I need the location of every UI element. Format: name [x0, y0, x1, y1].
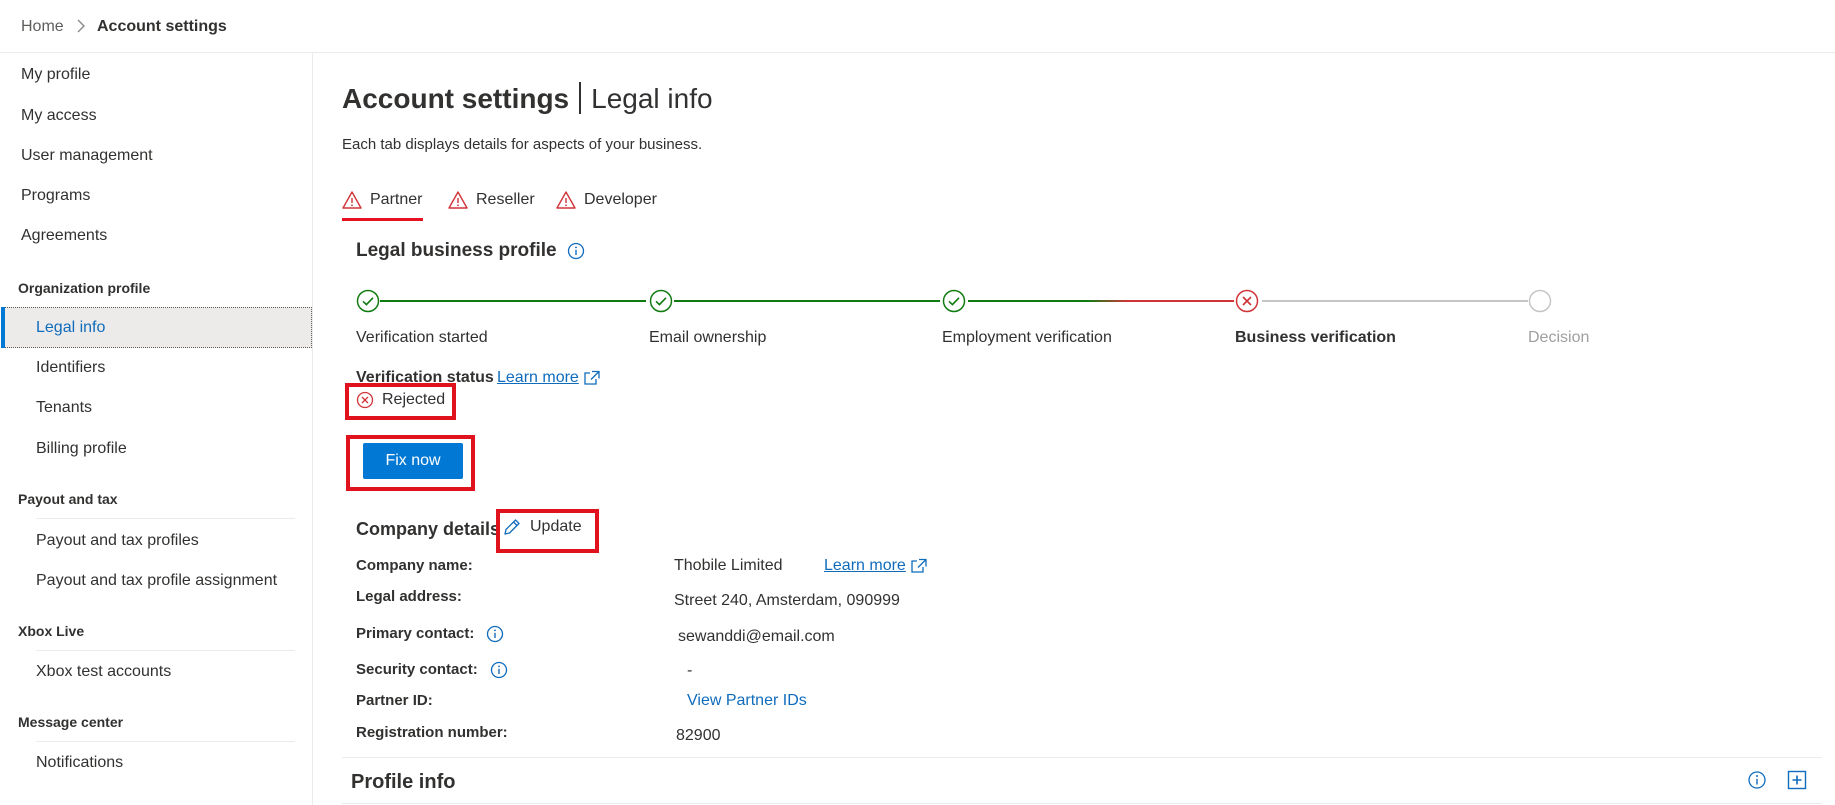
warning-icon [556, 190, 576, 210]
step-connector [968, 300, 1234, 302]
info-icon[interactable] [486, 625, 504, 643]
sidebar-heading-organization-profile: Organization profile [18, 279, 150, 297]
sidebar-item-my-access[interactable]: My access [21, 106, 97, 126]
registration-number-value: 82900 [676, 726, 721, 746]
error-circle-icon [1235, 289, 1259, 313]
check-circle-icon [649, 289, 673, 313]
sidebar-item-agreements[interactable]: Agreements [21, 226, 107, 246]
pending-circle-icon [1528, 289, 1552, 313]
expand-plus-icon[interactable] [1787, 770, 1807, 790]
page-title-main: Account settings [342, 83, 569, 114]
company-name-label: Company name: [356, 556, 473, 576]
step-label-business-verification: Business verification [1235, 328, 1396, 348]
sidebar-item-xbox-test-accounts[interactable]: Xbox test accounts [36, 662, 171, 682]
primary-contact-label: Primary contact: [356, 624, 504, 644]
sidebar-item-billing-profile[interactable]: Billing profile [36, 439, 127, 459]
sidebar-item-identifiers[interactable]: Identifiers [36, 358, 105, 378]
page-description: Each tab displays details for aspects of… [342, 136, 702, 154]
step-connector [674, 300, 940, 302]
tab-partner[interactable]: Partner [342, 190, 422, 220]
primary-contact-label-text: Primary contact: [356, 624, 474, 644]
fix-now-button[interactable]: Fix now [363, 443, 463, 479]
company-details-title: Company details [356, 517, 500, 541]
learn-more-text: Learn more [824, 556, 906, 576]
tab-reseller[interactable]: Reseller [448, 190, 535, 220]
external-link-icon [583, 370, 601, 386]
section-divider [342, 803, 1822, 804]
sidebar-divider [36, 650, 295, 651]
page-title-sub: Legal info [591, 83, 712, 114]
step-label-verification-started: Verification started [356, 328, 488, 348]
step-label-email-ownership: Email ownership [649, 328, 766, 348]
step-connector [1262, 300, 1528, 302]
info-icon[interactable] [1747, 770, 1767, 790]
view-partner-ids-link[interactable]: View Partner IDs [687, 691, 807, 711]
primary-contact-value: sewanddi@email.com [678, 627, 835, 647]
security-contact-label: Security contact: [356, 660, 508, 680]
tab-label: Reseller [476, 190, 535, 210]
company-name-value: Thobile Limited [674, 556, 783, 576]
sidebar-item-programs[interactable]: Programs [21, 186, 90, 206]
nav-selected-indicator [1, 307, 5, 348]
legal-profile-title-text: Legal business profile [356, 239, 557, 263]
sidebar-divider [36, 518, 295, 519]
update-label: Update [530, 517, 582, 537]
sidebar-item-payout-tax-profiles[interactable]: Payout and tax profiles [36, 531, 199, 551]
company-learn-more-link[interactable]: Learn more [824, 556, 928, 576]
sidebar-item-payout-tax-assignment[interactable]: Payout and tax profile assignment [36, 571, 277, 591]
tab-label: Partner [370, 190, 422, 210]
breadcrumb-bar: Home Account settings [0, 0, 1835, 53]
sidebar-divider [36, 741, 295, 742]
tab-label: Developer [584, 190, 657, 210]
sidebar-item-my-profile[interactable]: My profile [21, 65, 90, 85]
status-badge: Rejected [356, 390, 445, 410]
registration-number-label: Registration number: [356, 723, 508, 743]
warning-icon [448, 190, 468, 210]
step-label-employment-verification: Employment verification [942, 328, 1112, 348]
security-contact-value: - [687, 661, 692, 681]
sidebar-item-legal-info[interactable]: Legal info [36, 318, 105, 338]
update-button[interactable]: Update [502, 517, 582, 537]
sidebar-heading-payout-and-tax: Payout and tax [18, 490, 118, 508]
legal-address-value: Street 240, Amsterdam, 090999 [674, 591, 900, 611]
section-divider [342, 757, 1822, 758]
step-connector [380, 300, 646, 302]
chevron-right-icon [76, 19, 86, 39]
sidebar-item-notifications[interactable]: Notifications [36, 753, 123, 773]
error-circle-icon [356, 391, 374, 409]
learn-more-text: Learn more [497, 368, 579, 388]
tab-developer[interactable]: Developer [556, 190, 657, 220]
status-text: Rejected [382, 390, 445, 410]
info-icon[interactable] [567, 242, 585, 260]
legal-address-label: Legal address: [356, 587, 462, 607]
active-tab-indicator [342, 218, 423, 221]
sidebar-heading-xbox-live: Xbox Live [18, 622, 84, 640]
sidebar-nav: My profile My access User management Pro… [0, 53, 313, 805]
check-circle-icon [942, 289, 966, 313]
legal-profile-title: Legal business profile [356, 239, 585, 263]
warning-icon [342, 190, 362, 210]
sidebar-heading-message-center: Message center [18, 713, 123, 731]
sidebar-item-user-management[interactable]: User management [21, 146, 153, 166]
edit-pencil-icon [502, 517, 522, 537]
profile-info-title: Profile info [351, 769, 455, 795]
external-link-icon [910, 558, 928, 574]
partner-id-label: Partner ID: [356, 691, 433, 711]
security-contact-label-text: Security contact: [356, 660, 478, 680]
step-label-decision: Decision [1528, 328, 1589, 348]
info-icon[interactable] [490, 661, 508, 679]
learn-more-link[interactable]: Learn more [497, 368, 601, 388]
breadcrumb-home[interactable]: Home [21, 17, 64, 37]
check-circle-icon [356, 289, 380, 313]
page-title: Account settings Legal info [342, 82, 713, 116]
title-divider [579, 82, 581, 114]
sidebar-item-tenants[interactable]: Tenants [36, 398, 92, 418]
breadcrumb-current: Account settings [97, 17, 227, 37]
